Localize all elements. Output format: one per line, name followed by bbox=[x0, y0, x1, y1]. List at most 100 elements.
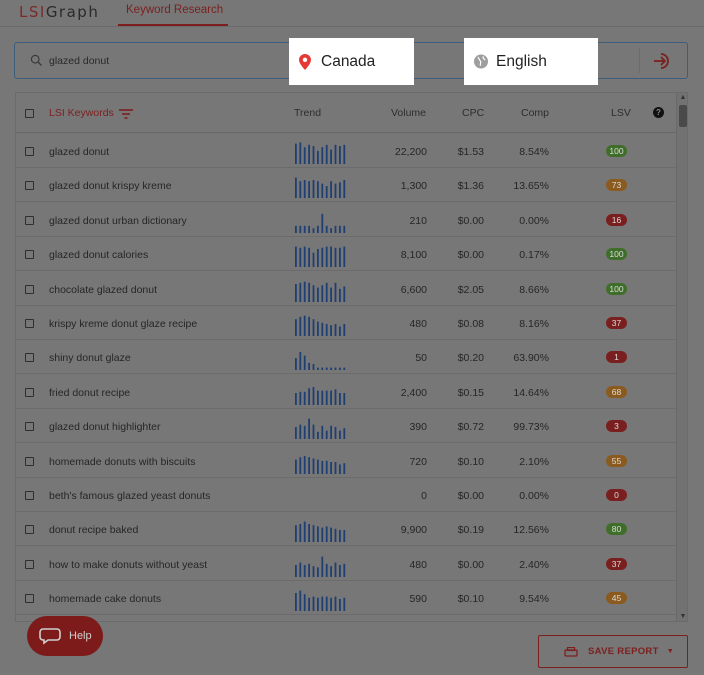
trend-bar bbox=[321, 556, 324, 577]
comp-value: 99.73% bbox=[513, 421, 549, 434]
table-row[interactable]: glazed donut 22,200 $1.53 8.54% 100 bbox=[16, 134, 676, 168]
row-checkbox[interactable] bbox=[25, 319, 34, 328]
trend-bar bbox=[312, 319, 315, 336]
row-checkbox[interactable] bbox=[25, 181, 34, 191]
search-icon bbox=[30, 54, 42, 66]
select-all-checkbox[interactable] bbox=[25, 109, 34, 118]
trend-bar bbox=[308, 247, 310, 268]
keyword-text[interactable]: fried donut recipe bbox=[49, 387, 130, 399]
trend-bar bbox=[321, 213, 324, 233]
table-row[interactable]: fried donut recipe 2,400 $0.15 14.64% 68 bbox=[16, 375, 676, 409]
save-report-button[interactable]: SAVE REPORT ▼ bbox=[538, 635, 688, 668]
trend-bar bbox=[295, 225, 297, 233]
keyword-text[interactable]: homemade donuts with biscuits bbox=[49, 456, 196, 468]
trend-bar bbox=[312, 252, 315, 268]
keyword-text[interactable]: glazed donut urban dictionary bbox=[49, 215, 187, 227]
row-checkbox[interactable] bbox=[25, 284, 34, 294]
trend-bar bbox=[325, 460, 328, 474]
keyword-text[interactable]: chocolate glazed donut bbox=[49, 284, 157, 296]
table-row[interactable]: how to make donuts without yeast 480 $0.00… bbox=[16, 547, 676, 581]
table-row[interactable]: glazed donut calories 8,100 $0.00 0.17% 100 bbox=[16, 237, 676, 272]
row-checkbox[interactable] bbox=[25, 525, 34, 535]
tab-keyword-research[interactable]: Keyword Research bbox=[126, 4, 223, 16]
help-icon[interactable]: ? bbox=[653, 107, 664, 118]
keyword-text[interactable]: glazed donut calories bbox=[49, 249, 148, 261]
globe-icon bbox=[474, 54, 488, 70]
keyword-text[interactable]: shiny donut glaze bbox=[49, 352, 131, 364]
app-logo[interactable]: LSIGraph bbox=[19, 3, 99, 21]
trend-bar bbox=[303, 455, 306, 474]
trend-bar bbox=[339, 326, 341, 336]
lsv-badge: 0 bbox=[606, 489, 627, 501]
keyword-text[interactable]: krispy kreme donut glaze recipe bbox=[49, 318, 197, 330]
table-row[interactable]: homemade cake donuts 590 $0.10 9.54% 45 bbox=[16, 581, 676, 616]
trend-bar bbox=[334, 183, 337, 199]
comp-value: 0.00% bbox=[519, 214, 549, 227]
keyword-text[interactable]: glazed donut krispy kreme bbox=[49, 180, 172, 192]
scrollbar-thumb[interactable] bbox=[679, 105, 687, 127]
table-row[interactable]: krispy kreme donut glaze recipe 480 $0.08 8… bbox=[16, 306, 676, 340]
help-button[interactable]: Help bbox=[27, 616, 103, 656]
lsv-badge: 3 bbox=[606, 420, 627, 433]
trend-bar bbox=[339, 564, 341, 577]
table-row[interactable]: homemade donuts with biscuits 720 $0.10 2.1… bbox=[16, 444, 676, 478]
trend-bar bbox=[295, 593, 297, 612]
lsv-badge: 55 bbox=[606, 454, 627, 467]
keyword-text[interactable]: how to make donuts without yeast bbox=[49, 559, 207, 571]
row-checkbox[interactable] bbox=[25, 250, 34, 260]
row-checkbox[interactable] bbox=[25, 353, 34, 363]
trend-bar bbox=[339, 430, 341, 440]
search-input[interactable]: glazed donut bbox=[49, 55, 109, 67]
scrollbar[interactable]: ▲ ▼ bbox=[676, 93, 687, 621]
trend-bar bbox=[295, 143, 297, 164]
table-row[interactable]: glazed donut highlighter 390 $0.72 99.73% 3 bbox=[16, 409, 676, 444]
row-checkbox[interactable] bbox=[25, 387, 34, 397]
row-checkbox[interactable] bbox=[25, 147, 34, 156]
table-row[interactable]: glazed donut urban dictionary 210 $0.00 0.0… bbox=[16, 203, 676, 237]
table-row[interactable]: beth's famous glazed yeast donuts 0 $0.00 0… bbox=[16, 478, 676, 512]
table-row[interactable]: shiny donut glaze 50 $0.20 63.90% 1 bbox=[16, 340, 676, 375]
column-header-comp[interactable]: Comp bbox=[521, 107, 549, 119]
trend-bar bbox=[339, 146, 341, 164]
keyword-text[interactable]: homemade cake donuts bbox=[49, 593, 161, 605]
column-header-lsv[interactable]: LSV bbox=[611, 107, 631, 119]
trend-bar bbox=[303, 315, 306, 336]
volume-value: 1,300 bbox=[400, 180, 427, 193]
row-checkbox[interactable] bbox=[25, 491, 34, 500]
comp-value: 13.65% bbox=[513, 180, 549, 193]
filter-icon[interactable] bbox=[119, 108, 133, 120]
trend-sparkline bbox=[295, 142, 346, 164]
row-checkbox[interactable] bbox=[25, 559, 34, 569]
trend-bar bbox=[312, 284, 315, 302]
table-row[interactable]: chocolate glazed donut 6,600 $2.05 8.66% 100 bbox=[16, 272, 676, 306]
trend-bar bbox=[339, 247, 341, 268]
language-select[interactable]: English bbox=[464, 38, 598, 85]
table-row[interactable]: glazed donut krispy kreme 1,300 $1.36 13.65… bbox=[16, 168, 676, 203]
trend-bar bbox=[299, 282, 302, 302]
scroll-up-arrow-icon[interactable]: ▲ bbox=[679, 94, 687, 102]
row-checkbox[interactable] bbox=[25, 456, 34, 466]
country-select[interactable]: Canada bbox=[289, 38, 414, 85]
scroll-down-arrow-icon[interactable]: ▼ bbox=[679, 613, 687, 621]
trend-bar bbox=[312, 386, 315, 405]
keyword-text[interactable]: donut recipe baked bbox=[49, 524, 138, 536]
column-header-volume[interactable]: Volume bbox=[391, 107, 426, 119]
trend-bar bbox=[343, 563, 346, 577]
search-submit-icon[interactable] bbox=[651, 51, 673, 71]
trend-bar bbox=[330, 527, 332, 543]
trend-bar bbox=[295, 358, 297, 371]
trend-bar bbox=[312, 457, 315, 474]
lsv-badge: 100 bbox=[606, 248, 627, 261]
volume-value: 720 bbox=[409, 455, 427, 468]
row-checkbox[interactable] bbox=[25, 422, 34, 432]
trend-bar bbox=[308, 316, 310, 336]
trend-bar bbox=[317, 249, 319, 268]
table-row[interactable]: donut recipe baked 9,900 $0.19 12.56% 80 bbox=[16, 512, 676, 547]
row-checkbox[interactable] bbox=[25, 594, 34, 604]
column-header-cpc[interactable]: CPC bbox=[462, 107, 484, 119]
keyword-text[interactable]: glazed donut bbox=[49, 146, 109, 158]
column-header-keywords[interactable]: LSI Keywords bbox=[49, 107, 114, 119]
keyword-text[interactable]: glazed donut highlighter bbox=[49, 421, 161, 433]
keyword-text[interactable]: beth's famous glazed yeast donuts bbox=[49, 490, 210, 502]
row-checkbox[interactable] bbox=[25, 215, 34, 225]
